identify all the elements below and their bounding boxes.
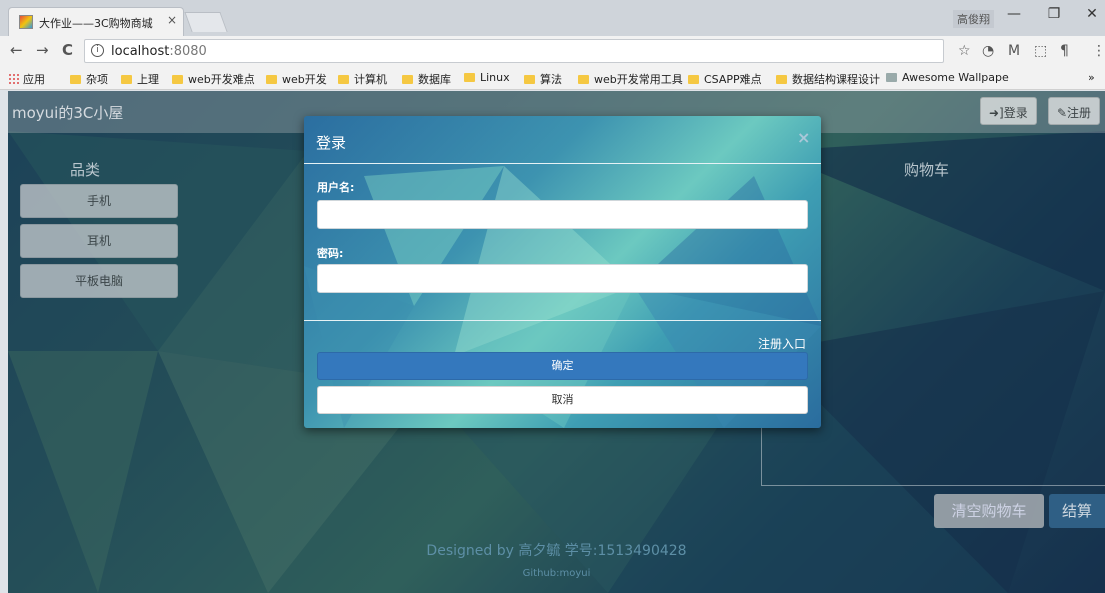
minimize-button[interactable]: — xyxy=(1000,6,1028,22)
bookmark-label: Linux xyxy=(480,71,510,84)
bookmark-label: 数据结构课程设计 xyxy=(792,73,880,86)
category-phone-button[interactable]: 手机 xyxy=(20,184,178,218)
bookmark-item[interactable]: 数据结构课程设计 xyxy=(776,71,880,87)
bookmark-item[interactable]: 算法 xyxy=(524,71,562,87)
back-button[interactable]: ← xyxy=(10,41,23,59)
modal-title: 登录 xyxy=(316,134,347,152)
bookmark-label: 杂项 xyxy=(86,73,108,86)
close-icon[interactable]: × xyxy=(797,128,810,147)
register-entry-link[interactable]: 注册入口 xyxy=(758,335,806,352)
register-button[interactable]: ✎注册 xyxy=(1048,97,1101,125)
username-input[interactable] xyxy=(317,200,808,229)
bookmark-item[interactable]: 上理 xyxy=(121,71,159,87)
address-bar[interactable]: i localhost:8080 xyxy=(84,39,944,63)
tab-title: 大作业——3C购物商城 xyxy=(39,17,153,30)
menu-icon[interactable]: ⋮ xyxy=(1092,43,1105,59)
window-close-button[interactable]: ✕ xyxy=(1078,6,1105,22)
bookmark-item[interactable]: Linux xyxy=(464,71,510,84)
category-tablet-button[interactable]: 平板电脑 xyxy=(20,264,178,298)
categories-title: 品类 xyxy=(70,161,101,179)
bookmark-label: 计算机 xyxy=(354,73,387,86)
folder-icon xyxy=(121,75,132,84)
bookmark-label: web开发 xyxy=(282,73,327,86)
screenshot-extension-icon[interactable]: ⬚ xyxy=(1034,43,1047,59)
tab-close-icon[interactable]: × xyxy=(167,13,177,27)
paragraph-extension-icon[interactable]: ¶ xyxy=(1060,43,1069,59)
browser-titlebar: 大作业——3C购物商城 × 高俊翔 — ❐ ✕ xyxy=(0,0,1105,36)
folder-icon xyxy=(70,75,81,84)
reload-button[interactable]: C xyxy=(62,41,73,59)
bookmark-label: web开发难点 xyxy=(188,73,255,86)
url-host: localhost xyxy=(111,44,170,59)
bookmark-item[interactable]: 杂项 xyxy=(70,71,108,87)
bookmark-star-icon[interactable]: ☆ xyxy=(958,43,971,59)
maximize-button[interactable]: ❐ xyxy=(1040,6,1068,22)
bookmark-label: web开发常用工具 xyxy=(594,73,683,86)
bookmarks-bar: 应用 杂项 上理 web开发难点 web开发 计算机 数据库 Linux 算法 … xyxy=(0,66,1105,90)
bookmark-label: 数据库 xyxy=(418,73,451,86)
url-text: localhost:8080 xyxy=(111,44,207,59)
browser-toolbar: ← → C i localhost:8080 ☆ ◔ M ⬚ ¶ ⋮ xyxy=(0,36,1105,66)
footer-github[interactable]: Github:moyui xyxy=(8,568,1105,579)
checkout-button[interactable]: 结算 xyxy=(1049,494,1105,528)
modal-header-divider xyxy=(304,163,821,164)
bookmark-item[interactable]: 数据库 xyxy=(402,71,451,87)
cancel-button[interactable]: 取消 xyxy=(317,386,808,414)
login-button[interactable]: ➜]登录 xyxy=(980,97,1037,125)
folder-icon xyxy=(464,73,475,82)
password-input[interactable] xyxy=(317,264,808,293)
folder-icon xyxy=(578,75,589,84)
browser-tab[interactable]: 大作业——3C购物商城 × xyxy=(8,7,184,36)
clear-cart-button[interactable]: 清空购物车 xyxy=(934,494,1044,528)
folder-icon xyxy=(402,75,413,84)
folder-icon xyxy=(172,75,183,84)
password-label: 密码: xyxy=(317,247,344,260)
folder-icon xyxy=(776,75,787,84)
bookmark-item[interactable]: web开发常用工具 xyxy=(578,71,683,87)
bookmark-label: 算法 xyxy=(540,73,562,86)
folder-icon xyxy=(338,75,349,84)
wallpaper-icon xyxy=(886,73,897,82)
category-earphone-button[interactable]: 耳机 xyxy=(20,224,178,258)
bookmark-label: 应用 xyxy=(23,73,45,86)
new-tab-button[interactable] xyxy=(184,12,228,32)
forward-button[interactable]: → xyxy=(36,41,49,59)
apps-icon xyxy=(8,73,19,84)
bookmark-item[interactable]: Awesome Wallpape xyxy=(886,71,1009,84)
modal-footer-divider xyxy=(304,320,821,321)
window-user-badge[interactable]: 高俊翔 xyxy=(953,10,994,28)
folder-icon xyxy=(688,75,699,84)
login-modal: 登录 × 用户名: 密码: 注册入口 确定 取消 xyxy=(304,116,821,428)
username-label: 用户名: xyxy=(317,181,355,194)
bookmarks-more-button[interactable]: » xyxy=(1088,71,1095,84)
info-icon[interactable]: i xyxy=(91,44,104,57)
site-brand[interactable]: moyui的3C小屋 xyxy=(12,102,123,123)
bookmark-item[interactable]: web开发 xyxy=(266,71,327,87)
bookmark-label: CSAPP难点 xyxy=(704,73,762,86)
bookmark-item[interactable]: web开发难点 xyxy=(172,71,255,87)
favicon-icon xyxy=(19,15,33,29)
bookmark-item[interactable]: CSAPP难点 xyxy=(688,71,762,87)
confirm-button[interactable]: 确定 xyxy=(317,352,808,380)
bookmark-apps[interactable]: 应用 xyxy=(8,71,45,87)
folder-icon xyxy=(524,75,535,84)
bookmark-label: 上理 xyxy=(137,73,159,86)
cart-title: 购物车 xyxy=(904,161,950,179)
folder-icon xyxy=(266,75,277,84)
url-port: :8080 xyxy=(169,44,207,59)
extension-icon[interactable]: ◔ xyxy=(982,43,994,59)
bookmark-label: Awesome Wallpape xyxy=(902,71,1009,84)
bookmark-item[interactable]: 计算机 xyxy=(338,71,387,87)
footer-credit: Designed by 高夕毓 学号:1513490428 xyxy=(426,543,687,559)
mail-extension-icon[interactable]: M xyxy=(1008,43,1020,59)
